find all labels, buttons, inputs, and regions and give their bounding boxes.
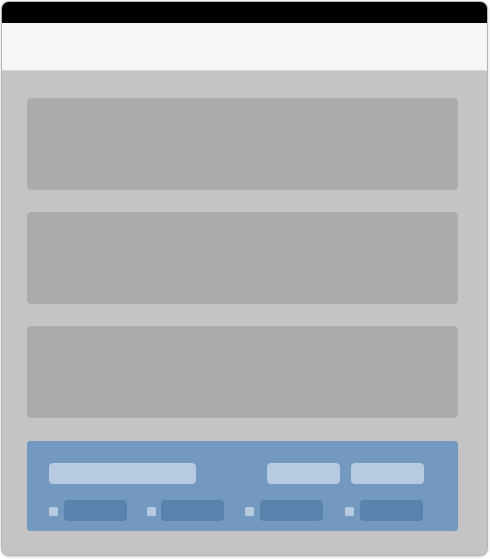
option-checkbox-2[interactable]	[147, 507, 156, 516]
content-panel-2	[27, 212, 458, 304]
content-panel-1	[27, 98, 458, 190]
content-panel-3	[27, 326, 458, 418]
short-input-field-1[interactable]	[267, 463, 340, 484]
option-button-4[interactable]	[360, 500, 423, 521]
option-button-3[interactable]	[260, 500, 323, 521]
short-input-field-2[interactable]	[351, 463, 424, 484]
option-button-1[interactable]	[64, 500, 127, 521]
wide-input-field[interactable]	[49, 463, 196, 484]
title-bar	[2, 2, 487, 23]
option-button-2[interactable]	[161, 500, 224, 521]
toolbar	[2, 23, 487, 71]
option-checkbox-1[interactable]	[49, 507, 58, 516]
app-window	[2, 2, 487, 555]
option-checkbox-4[interactable]	[345, 507, 354, 516]
bottom-form-panel	[27, 441, 458, 531]
option-checkbox-3[interactable]	[245, 507, 254, 516]
